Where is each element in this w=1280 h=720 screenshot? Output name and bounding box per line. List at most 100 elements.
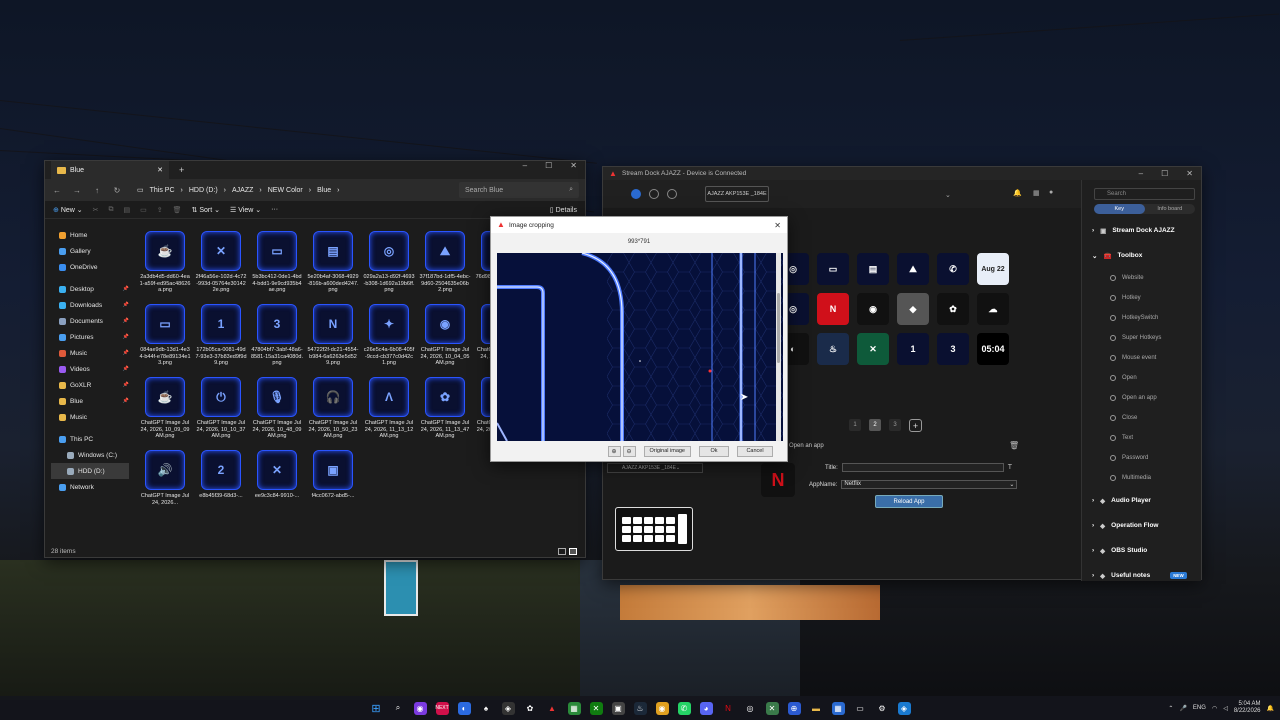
dock-key[interactable]: 1 [897,333,929,365]
delete-action-icon[interactable]: 🗑 [1009,441,1019,450]
sort-button[interactable]: ⇅ Sort ⌄ [192,206,220,214]
app-icon[interactable]: ⊕ [787,701,801,715]
crop-canvas[interactable] [497,253,783,441]
action-item[interactable]: Super Hotkeys [1082,328,1201,348]
file-item[interactable]: 🎧 ChatGPT Image Jul 24, 2026, 10_50_23 AM… [305,377,361,446]
file-item[interactable]: ☕ ChatGPT Image Jul 24, 2026, 10_09_09 AM… [137,377,193,446]
language-indicator[interactable]: ENG [1193,705,1206,711]
action-category[interactable]: › ◆ Useful notes NEW [1082,563,1201,588]
chrome-icon[interactable]: ◉ [655,701,669,715]
dock-key[interactable]: ✿ [937,293,969,325]
share-icon[interactable]: ⇪ [157,206,163,214]
close-tab-icon[interactable]: ✕ [157,166,163,174]
close-window-icon[interactable]: ✕ [1186,169,1193,178]
back-icon[interactable]: ← [51,186,63,195]
microphone-icon[interactable]: 🎤 [1179,705,1186,712]
sidebar-item[interactable]: Videos 📌 [51,361,129,377]
steam-icon[interactable]: ♨ [633,701,647,715]
file-item[interactable]: 🎙 ChatGPT Image Jul 24, 2026, 10_48_09 AM… [249,377,305,446]
action-item[interactable]: Hotkey [1082,288,1201,308]
sidebar-item[interactable]: Downloads 📌 [51,297,129,313]
delete-icon[interactable]: 🗑 [173,206,182,214]
file-item[interactable]: ◎ 029a2a13-d92f-4693-b308-1d692a19b6ff.pn… [361,231,417,300]
category-stream-dock[interactable]: › ▣ Stream Dock AJAZZ [1082,218,1201,243]
action-category[interactable]: › ◆ Audio Player [1082,488,1201,513]
dock-key[interactable]: ✆ [937,253,969,285]
title-input[interactable] [841,463,1004,472]
icon-view-icon[interactable] [569,548,577,555]
whatsapp-icon[interactable]: ✆ [677,701,691,715]
pin-icon[interactable]: 📌 [123,318,129,324]
notification-icon[interactable]: 🔔 [1267,705,1274,712]
start-icon[interactable]: ⊞ [370,702,383,715]
file-item[interactable]: 2 e8b45f39-68d3-... [193,450,249,519]
dock-key[interactable]: 3 [937,333,969,365]
sidebar-item[interactable]: Gallery [51,243,129,259]
paste-icon[interactable]: ▤ [124,206,131,214]
file-item[interactable]: ▣ f4cc0672-abd5-... [305,450,361,519]
apps-icon[interactable]: ▦ [1033,189,1040,197]
dock-key[interactable]: ▤ [857,253,889,285]
more-button[interactable]: ··· [271,206,278,213]
netflix-key-preview[interactable]: N [761,463,795,497]
sidebar-item[interactable]: Music 📌 [51,345,129,361]
sidebar-item[interactable]: Documents 📌 [51,313,129,329]
pin-icon[interactable]: 📌 [123,350,129,356]
sidebar-item[interactable]: OneDrive [51,259,129,275]
sidebar-item[interactable]: This PC [51,431,129,447]
app-icon[interactable]: ◈ [897,701,911,715]
new-button[interactable]: ⊕ New ⌄ [53,206,83,214]
xbox-icon[interactable]: ✕ [589,701,603,715]
up-icon[interactable]: ↑ [91,186,103,195]
app-icon[interactable]: ◐ [457,701,471,715]
dock-key[interactable]: N [817,293,849,325]
app-icon[interactable]: ▭ [854,702,867,715]
action-category[interactable]: › ◆ OBS Studio [1082,538,1201,563]
add-page-button[interactable]: + [909,419,922,432]
new-tab-icon[interactable]: + [179,165,184,175]
close-window-icon[interactable]: ✕ [570,161,577,170]
volume-icon[interactable]: ◁ [1223,705,1228,712]
action-item[interactable]: Open an app [1082,388,1201,408]
maximize-icon[interactable]: ☐ [545,161,552,170]
app-icon[interactable]: ▣ [611,701,625,715]
appname-select[interactable]: Netflix ⌄ [841,480,1018,489]
sidebar-item[interactable]: Home [51,227,129,243]
vertical-scrollbar[interactable] [776,253,781,441]
sidebar-item[interactable]: GoXLR 📌 [51,377,129,393]
sidebar-item[interactable]: Pictures 📌 [51,329,129,345]
minimize-icon[interactable]: – [523,161,527,170]
file-item[interactable]: ✿ ChatGPT Image Jul 24, 2026, 11_13_47 AM… [417,377,473,446]
netflix-icon[interactable]: N [722,702,735,715]
device-selector[interactable]: AJAZZ AKP153E _184E [705,186,769,202]
sidebar-item[interactable]: Music [51,409,129,425]
action-item[interactable]: Password [1082,448,1201,468]
reload-app-button[interactable]: Reload App [875,495,943,508]
action-category[interactable]: › ◆ Operation Flow [1082,513,1201,538]
tab-key[interactable]: Key [1094,204,1145,214]
bell-icon[interactable]: 🔔 [1013,189,1022,197]
app-icon[interactable]: ▦ [831,701,845,715]
chevron-up-icon[interactable]: ⌃ [1168,705,1173,712]
dock-key[interactable]: ▭ [817,253,849,285]
wifi-icon[interactable]: ◠ [1212,705,1217,712]
discord-icon[interactable]: ◕ [699,701,713,715]
dock-key[interactable]: Aug 22 [977,253,1009,285]
pin-icon[interactable]: 📌 [123,382,129,388]
file-item[interactable]: ⏻ ChatGPT Image Jul 24, 2026, 10_10_37 AM… [193,377,249,446]
file-item[interactable]: N 54722f2f-dc21-4554-b984-6a6263e5d529.pn… [305,304,361,373]
gamepad-icon[interactable] [649,189,659,199]
ok-button[interactable]: Ok [699,445,729,457]
close-icon[interactable]: ✕ [774,221,781,230]
pin-icon[interactable]: 📌 [123,286,129,292]
cancel-button[interactable]: Cancel [737,445,773,457]
file-item[interactable]: 1 172b05ca-0081-49d7-93e3-37b83ed9f9d9.pn… [193,304,249,373]
pin-icon[interactable]: 📌 [123,398,129,404]
sidebar-item[interactable]: HDD (D:) [51,463,129,479]
dock-key[interactable]: ☁ [977,293,1009,325]
dock-key[interactable]: ⛰ [897,253,929,285]
sidebar-item[interactable]: Blue 📌 [51,393,129,409]
zoom-in-button[interactable]: ⊕ [607,445,621,457]
action-item[interactable]: HotkeySwitch [1082,308,1201,328]
sidebar-item[interactable]: Desktop 📌 [51,281,129,297]
